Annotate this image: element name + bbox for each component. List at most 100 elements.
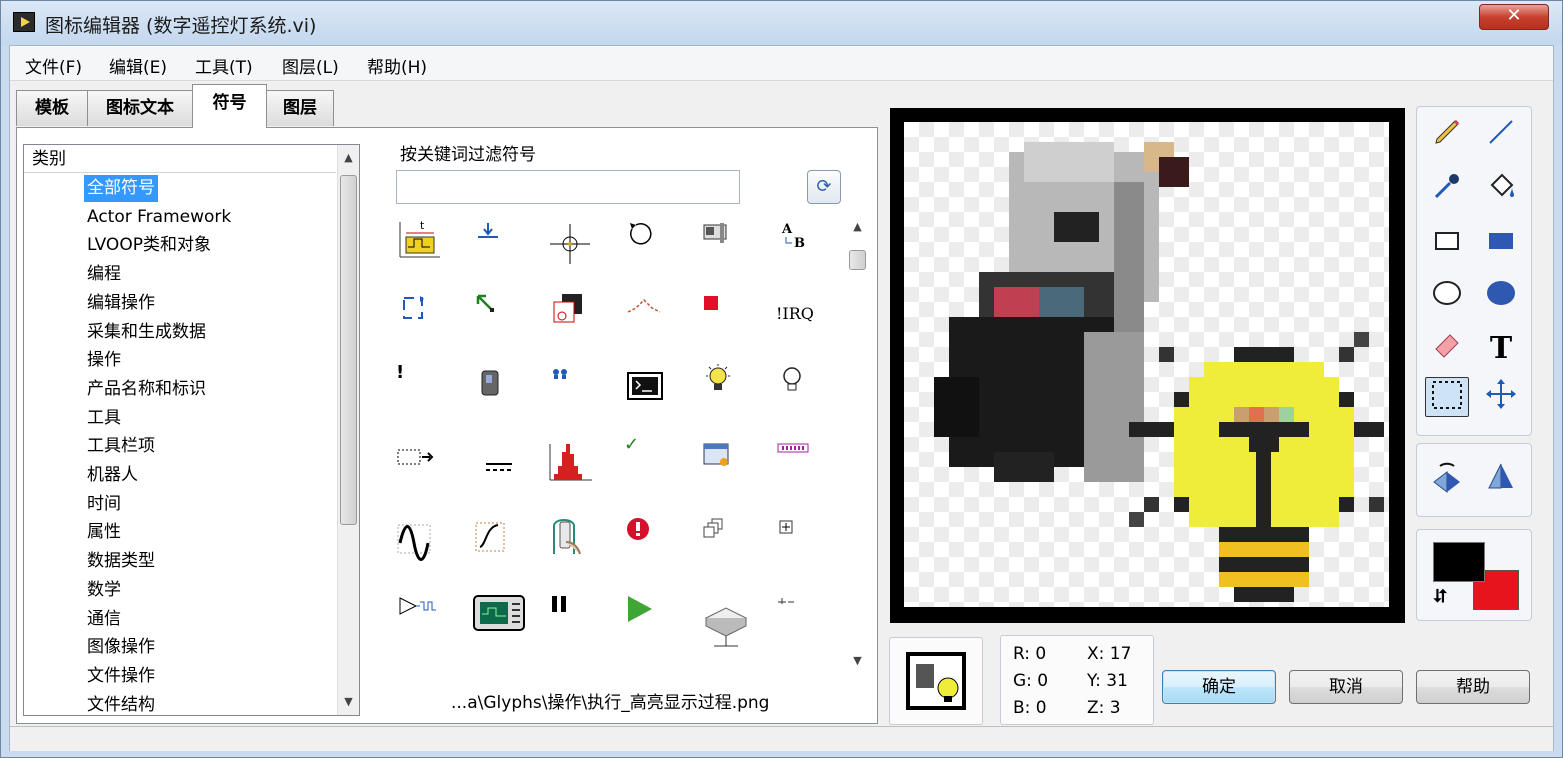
- menu-file[interactable]: 文件(F): [25, 53, 82, 78]
- ellipse-icon[interactable]: [1425, 277, 1469, 317]
- category-item[interactable]: 时间: [84, 491, 124, 518]
- play-glyph[interactable]: [624, 592, 668, 636]
- timing-waveform-glyph[interactable]: t: [396, 217, 440, 261]
- category-item[interactable]: 数学: [84, 577, 124, 604]
- filter-input[interactable]: [396, 170, 740, 204]
- flip-vertical-icon[interactable]: [1479, 460, 1523, 500]
- scroll-down-icon[interactable]: ▼: [338, 691, 359, 713]
- category-item[interactable]: 工具栏项: [84, 433, 158, 460]
- fill-icon[interactable]: [1479, 171, 1523, 211]
- glyph-scroll-thumb[interactable]: [849, 250, 866, 270]
- close-button[interactable]: ✕: [1479, 4, 1549, 30]
- category-item[interactable]: 文件结构: [84, 692, 158, 715]
- rectangle-icon[interactable]: [1425, 225, 1469, 265]
- tab-templates[interactable]: 模板: [16, 90, 88, 126]
- pause-glyph[interactable]: [548, 592, 592, 636]
- lightbulb-on-glyph[interactable]: [700, 362, 744, 406]
- stack-glyph[interactable]: [700, 517, 744, 561]
- oscilloscope-glyph[interactable]: [472, 592, 528, 636]
- category-item[interactable]: 产品名称和标识: [84, 376, 209, 403]
- icon-canvas[interactable]: [904, 122, 1389, 607]
- led-strip-glyph[interactable]: [776, 440, 820, 484]
- scroll-thumb[interactable]: [340, 175, 357, 525]
- histogram-glyph[interactable]: [548, 440, 592, 484]
- category-item[interactable]: 编辑操作: [84, 290, 158, 317]
- curve-glyph[interactable]: [472, 517, 516, 561]
- category-item[interactable]: 采集和生成数据: [84, 319, 209, 346]
- dots-glyph[interactable]: [548, 362, 592, 406]
- glyph-scroll-up-icon[interactable]: ▲: [847, 216, 868, 238]
- menu-help[interactable]: 帮助(H): [367, 53, 427, 78]
- refresh-button[interactable]: ⟳: [807, 170, 841, 204]
- server-glyph[interactable]: [700, 602, 756, 647]
- swap-colors-icon[interactable]: ⮃: [1433, 586, 1447, 607]
- stop-square-glyph[interactable]: [700, 290, 744, 334]
- menu-tools[interactable]: 工具(T): [195, 53, 253, 78]
- dialog-glyph[interactable]: [700, 440, 744, 484]
- sine-wave-glyph[interactable]: [396, 517, 440, 561]
- category-item[interactable]: 文件操作: [84, 663, 158, 690]
- transform-glyph[interactable]: [472, 290, 516, 334]
- dashed-line-glyph[interactable]: [472, 452, 516, 496]
- category-scrollbar[interactable]: ▲ ▼: [337, 145, 359, 715]
- irq-glyph[interactable]: !IRQ: [776, 304, 836, 348]
- lightbulb-off-glyph[interactable]: [776, 362, 820, 406]
- irq-label: !IRQ: [776, 304, 814, 323]
- menu-layers[interactable]: 图层(L): [282, 53, 339, 78]
- filled-rectangle-icon[interactable]: [1479, 225, 1523, 265]
- text-tool-icon[interactable]: T: [1479, 329, 1523, 369]
- y-value: Y: 31: [1087, 671, 1128, 691]
- probe-down-glyph[interactable]: [472, 217, 516, 261]
- crosshair-glyph[interactable]: [548, 222, 592, 266]
- remote-hand-glyph[interactable]: [548, 512, 592, 556]
- move-icon[interactable]: [1479, 377, 1523, 417]
- glyph-scrollbar[interactable]: ▲ ▼: [847, 216, 869, 676]
- device-glyph[interactable]: [700, 217, 744, 261]
- select-icon[interactable]: [1425, 377, 1469, 417]
- foreground-color-swatch[interactable]: [1433, 542, 1485, 582]
- glyph-scroll-down-icon[interactable]: ▼: [847, 650, 868, 672]
- category-item[interactable]: 操作: [84, 347, 124, 374]
- amplifier-glyph[interactable]: [396, 592, 440, 636]
- tab-icon-text[interactable]: 图标文本: [87, 90, 193, 126]
- eraser-icon[interactable]: [1425, 329, 1469, 369]
- small-glyph[interactable]: [776, 592, 820, 636]
- text-ab-glyph[interactable]: AB: [776, 217, 820, 261]
- line-icon[interactable]: [1479, 117, 1523, 157]
- help-button[interactable]: 帮助: [1416, 670, 1530, 704]
- scroll-up-icon[interactable]: ▲: [338, 147, 359, 169]
- category-item[interactable]: 数据类型: [84, 548, 158, 575]
- layered-window-glyph[interactable]: [548, 290, 592, 334]
- dropper-icon[interactable]: [1425, 171, 1469, 211]
- category-list[interactable]: 类别 全部符号 Actor Framework LVOOP类和对象 编程 编辑操作 采集和…: [23, 144, 360, 716]
- error-glyph[interactable]: [624, 517, 668, 561]
- meter-glyph[interactable]: [472, 367, 516, 411]
- dotted-arrow-glyph[interactable]: [396, 440, 440, 484]
- tab-glyphs[interactable]: 符号: [192, 84, 267, 128]
- tab-layers[interactable]: 图层: [266, 90, 334, 126]
- category-item[interactable]: 编程: [84, 261, 124, 288]
- ok-button[interactable]: 确定: [1162, 670, 1276, 704]
- green-value: G: 0: [1013, 671, 1049, 691]
- pencil-icon[interactable]: [1425, 117, 1469, 157]
- category-item[interactable]: LVOOP类和对象: [84, 232, 214, 259]
- category-item[interactable]: Actor Framework: [84, 204, 234, 231]
- loop-glyph[interactable]: [396, 290, 440, 334]
- plus-box-glyph[interactable]: [776, 517, 820, 561]
- flip-horizontal-icon[interactable]: [1425, 460, 1469, 500]
- rotate-glyph[interactable]: [624, 217, 668, 261]
- category-item[interactable]: 图像操作: [84, 634, 158, 661]
- exclamation-glyph[interactable]: !: [396, 362, 440, 406]
- terminal-glyph[interactable]: [624, 367, 668, 411]
- category-item[interactable]: 机器人: [84, 462, 141, 489]
- category-item[interactable]: 全部符号: [84, 175, 158, 202]
- checkmark-glyph[interactable]: ✓: [624, 434, 668, 478]
- category-item[interactable]: 工具: [84, 405, 124, 432]
- category-item[interactable]: 通信: [84, 606, 124, 633]
- filled-ellipse-icon[interactable]: [1479, 277, 1523, 317]
- red-value: R: 0: [1013, 644, 1047, 664]
- cancel-button[interactable]: 取消: [1289, 670, 1403, 704]
- menu-edit[interactable]: 编辑(E): [109, 53, 167, 78]
- signal-peak-glyph[interactable]: [624, 290, 668, 334]
- category-item[interactable]: 属性: [84, 519, 124, 546]
